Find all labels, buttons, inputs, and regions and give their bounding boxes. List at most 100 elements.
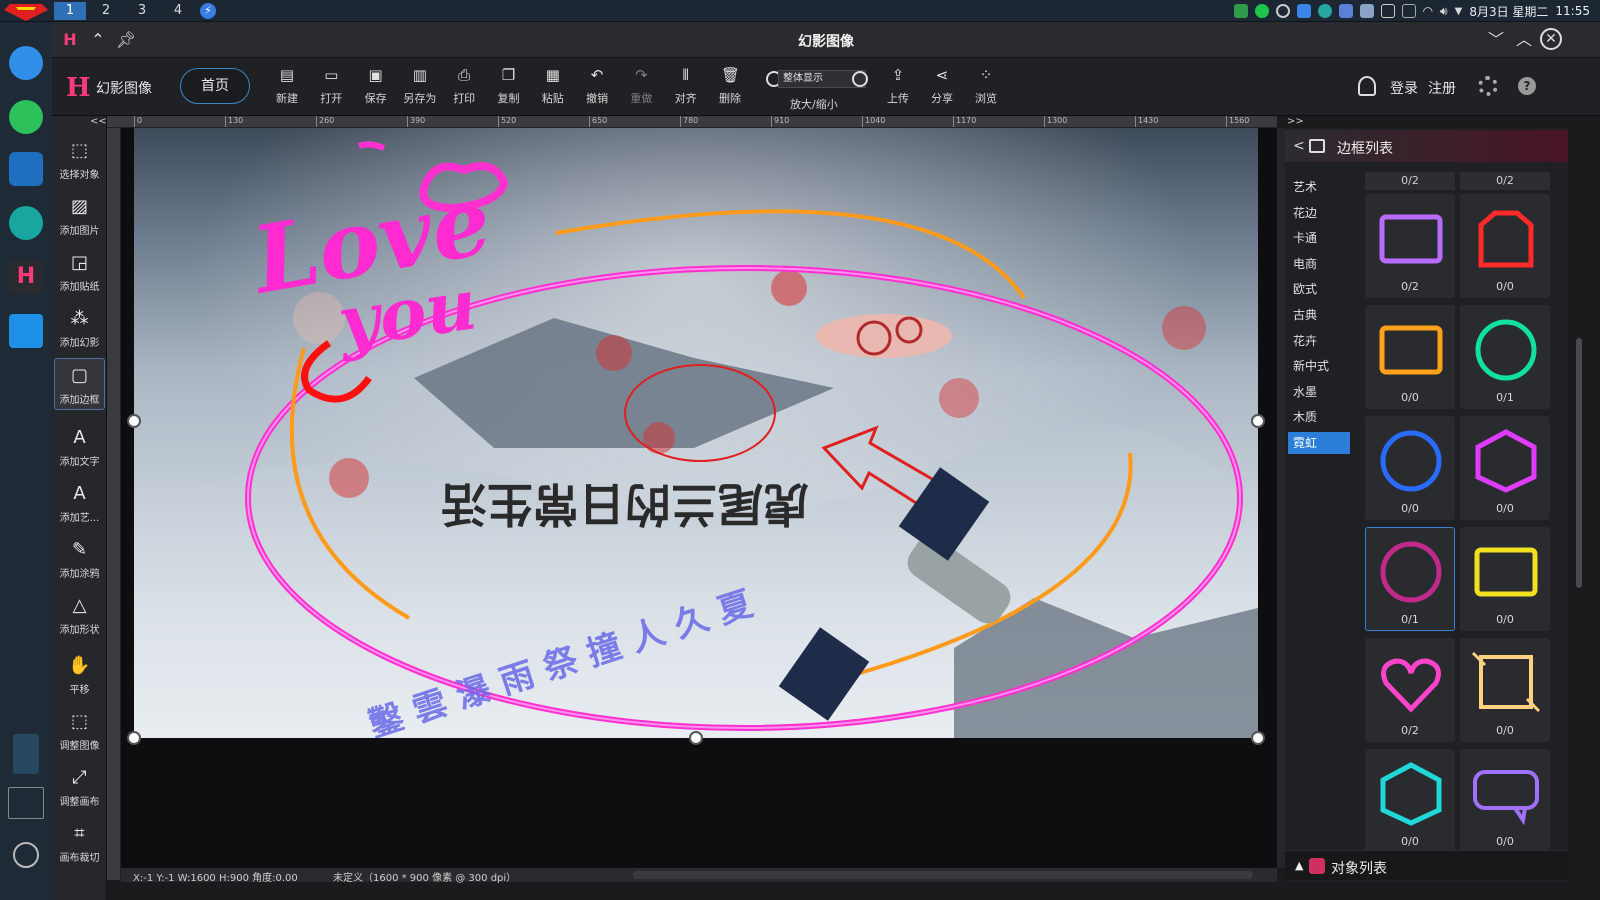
chevron-down-icon[interactable]: ▼ [1455, 6, 1463, 17]
frame-card[interactable]: 0/0 [1460, 527, 1550, 631]
register-link[interactable]: 注册 [1428, 78, 1456, 98]
volume-icon[interactable]: 🔊︎ [1440, 4, 1448, 19]
left-tool-button[interactable]: A 添加文字 [54, 421, 105, 473]
workspace-tab[interactable]: 1 [54, 2, 86, 20]
toolbar-button[interactable]: ▣ 保存 [354, 66, 398, 106]
artboard[interactable]: Love you 虎尾兰的日常生活 鑿 雲 瀑 雨 祭 撞 人 久 夏 [134, 128, 1258, 738]
category-item[interactable]: 艺术 [1288, 176, 1350, 198]
start-menu-icon[interactable] [4, 1, 48, 21]
category-item[interactable]: 水墨 [1288, 381, 1350, 403]
frame-card[interactable]: 0/0 [1365, 305, 1455, 409]
workspace-tab[interactable]: 2 [90, 2, 122, 20]
close-button[interactable]: ✕ [1540, 28, 1562, 50]
frame-card[interactable]: 0/0 [1460, 416, 1550, 520]
frame-card[interactable]: 0/1 [1365, 527, 1455, 631]
category-item[interactable]: 新中式 [1288, 355, 1350, 377]
canvas-area[interactable]: Love you 虎尾兰的日常生活 鑿 雲 瀑 雨 祭 撞 人 久 夏 [121, 128, 1277, 880]
category-item[interactable]: 电商 [1288, 253, 1350, 275]
left-tool-button[interactable]: △ 添加形状 [54, 589, 105, 641]
category-item[interactable]: 欧式 [1288, 278, 1350, 300]
left-tool-button[interactable]: ⬚ 调整图像 [54, 705, 105, 757]
phantom-image-app-icon[interactable]: H [9, 260, 43, 294]
toolbar-button[interactable]: ↶ 撤销 [575, 66, 619, 106]
toolbar-button[interactable]: ⇪ 上传 [876, 66, 920, 106]
left-tool-button[interactable]: ✎ 添加涂鸦 [54, 533, 105, 585]
left-tool-button[interactable]: ▢ 添加边框 [54, 358, 105, 410]
wechat-tray-icon[interactable] [1254, 4, 1269, 18]
left-tool-button[interactable]: A 添加艺... [54, 477, 105, 529]
sync-icon[interactable] [1275, 4, 1290, 18]
expand-right-icon[interactable]: >> [1287, 116, 1304, 127]
toolbar-button[interactable]: ▤ 新建 [265, 66, 309, 106]
vpn-tray-icon[interactable] [1338, 4, 1353, 18]
toolbar-button[interactable]: ⋖ 分享 [920, 66, 964, 106]
folder-app-icon[interactable] [9, 314, 43, 348]
wechat-app-icon[interactable] [9, 100, 43, 134]
horizontal-scrollbar[interactable] [633, 871, 1253, 879]
login-link[interactable]: 登录 [1390, 78, 1418, 98]
zoom-out-icon[interactable] [852, 71, 868, 87]
lightning-icon[interactable]: ⚡ [200, 3, 216, 19]
frame-card[interactable]: 0/0 [1460, 638, 1550, 742]
left-tool-button[interactable]: ✋ 平移 [54, 649, 105, 701]
canvas-vertical-scrollbar[interactable] [1277, 128, 1285, 868]
home-button[interactable]: 首页 [180, 68, 250, 104]
tray-app-icon[interactable] [1233, 4, 1248, 18]
keyboard-tray-icon[interactable] [1401, 4, 1416, 18]
resize-handle-bottom-right[interactable] [1251, 731, 1265, 745]
toolbar-button[interactable]: ▭ 打开 [309, 66, 353, 106]
resize-handle-bottom-left[interactable] [127, 731, 141, 745]
toolbar-button[interactable]: ❐ 复制 [487, 66, 531, 106]
clipboard-tray-icon[interactable] [1359, 4, 1374, 18]
minimize-button[interactable]: ﹀ [1484, 28, 1508, 52]
frame-card[interactable]: 0/2 [1365, 194, 1455, 298]
window-tray-icon[interactable] [1380, 4, 1395, 18]
left-tool-button[interactable]: ⌗ 画布裁切 [54, 817, 105, 869]
frame-card[interactable]: 0/0 [1460, 194, 1550, 298]
clock-time[interactable]: 11:55 [1555, 4, 1590, 18]
resize-handle-right[interactable] [1251, 414, 1265, 428]
category-item[interactable]: 木质 [1288, 406, 1350, 428]
left-tool-button[interactable]: ⬚ 选择对象 [54, 134, 105, 186]
left-tool-button[interactable]: ▨ 添加图片 [54, 190, 105, 242]
wifi-icon[interactable]: ◠ [1423, 4, 1433, 18]
virtualbox-app-icon[interactable] [9, 152, 43, 186]
category-item[interactable]: 花边 [1288, 202, 1350, 224]
browser-tray-icon[interactable] [1317, 4, 1332, 18]
maximize-button[interactable]: ︿ [1512, 28, 1536, 52]
send-app-icon[interactable] [9, 46, 43, 80]
toolbar-button[interactable]: ⎙ 打印 [442, 66, 486, 106]
toolbar-button[interactable]: ⁘ 浏览 [964, 66, 1008, 106]
desktop-icon[interactable] [8, 787, 44, 819]
toolbar-button[interactable]: ▥ 另存为 [398, 66, 442, 106]
user-icon[interactable] [1358, 76, 1376, 96]
toolbar-button[interactable]: ↷ 重做 [619, 66, 663, 106]
power-icon[interactable] [13, 842, 39, 868]
frame-card[interactable]: 0/0 [1460, 749, 1550, 853]
category-item[interactable]: 花卉 [1288, 330, 1350, 352]
left-tool-button[interactable]: ⤢ 调整画布 [54, 761, 105, 813]
battery-icon[interactable] [13, 734, 39, 774]
toolbar-button[interactable]: ⫴ 对齐 [664, 66, 708, 106]
resize-handle-bottom[interactable] [689, 731, 703, 745]
expand-up-icon[interactable]: ▲ [1295, 859, 1303, 872]
gear-icon[interactable] [1478, 76, 1498, 96]
workspace-tab[interactable]: 4 [162, 2, 194, 20]
category-item[interactable]: 卡通 [1288, 227, 1350, 249]
collapse-left-icon[interactable]: << [90, 116, 107, 127]
frame-card[interactable]: 0/1 [1460, 305, 1550, 409]
send-tray-icon[interactable] [1296, 4, 1311, 18]
workspace-tab[interactable]: 3 [126, 2, 158, 20]
category-item[interactable]: 霓虹 [1288, 432, 1350, 454]
edge-dev-app-icon[interactable] [9, 206, 43, 240]
object-list-bar[interactable]: ▲ 对象列表 [1285, 850, 1568, 880]
frame-card[interactable]: 0/2 [1365, 638, 1455, 742]
toolbar-button[interactable]: 🗑︎ 删除 [708, 66, 752, 106]
category-item[interactable]: 古典 [1288, 304, 1350, 326]
left-tool-button[interactable]: ◲ 添加贴纸 [54, 246, 105, 298]
frame-card[interactable]: 0/0 [1365, 416, 1455, 520]
panel-scrollbar[interactable] [1576, 338, 1582, 588]
frame-card[interactable]: 0/0 [1365, 749, 1455, 853]
toolbar-button[interactable]: ▦ 粘贴 [531, 66, 575, 106]
help-icon[interactable]: ? [1518, 77, 1536, 95]
